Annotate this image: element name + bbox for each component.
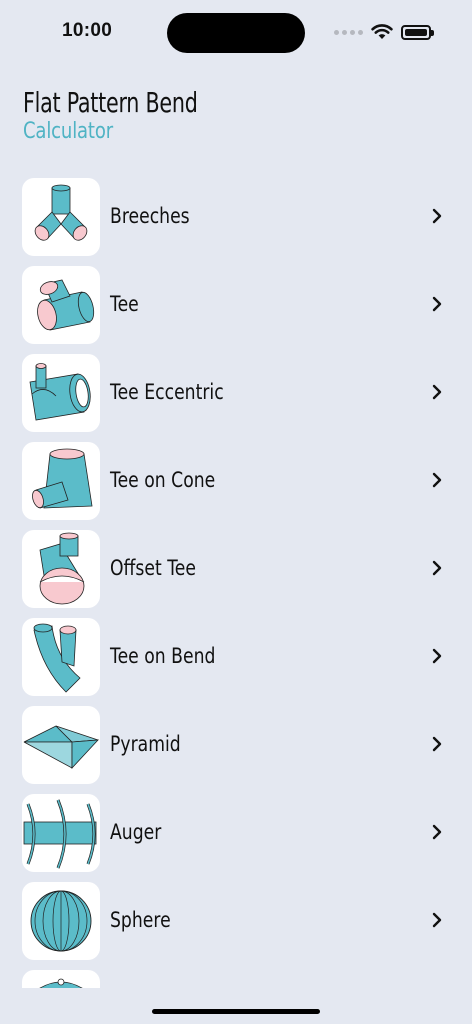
sphere-icon <box>22 882 100 960</box>
auger-icon <box>22 794 100 872</box>
item-label: Tee Eccentric <box>110 380 224 404</box>
chevron-right-icon <box>432 736 442 752</box>
item-label: Tee on Cone <box>110 468 216 492</box>
list-item-pyramid[interactable]: Pyramid <box>0 704 472 792</box>
list-item-sphere[interactable]: Sphere <box>0 880 472 968</box>
status-time: 10:00 <box>62 20 113 41</box>
wifi-icon <box>371 24 393 39</box>
home-indicator[interactable] <box>152 1009 320 1014</box>
list-item-tee-on-cone[interactable]: Tee on Cone <box>0 440 472 528</box>
list-item-tee-eccentric[interactable]: Tee Eccentric <box>0 352 472 440</box>
chevron-right-icon <box>432 824 442 840</box>
page-subtitle: Calculator <box>23 119 113 144</box>
tee-on-cone-icon <box>22 442 100 520</box>
status-icons <box>334 22 434 42</box>
chevron-right-icon <box>432 472 442 488</box>
item-label: Sphere <box>110 908 171 932</box>
pyramid-icon <box>22 706 100 784</box>
battery-icon <box>401 24 434 40</box>
chevron-right-icon <box>432 912 442 928</box>
shape-list: Breeches Tee Tee Eccentric Tee on Cone O… <box>0 176 472 988</box>
signal-icon <box>334 29 363 35</box>
dynamic-island <box>167 13 305 53</box>
chevron-right-icon <box>432 208 442 224</box>
tee-eccentric-icon <box>22 354 100 432</box>
tee-icon <box>22 266 100 344</box>
item-label: Breeches <box>110 204 190 228</box>
chevron-right-icon <box>432 648 442 664</box>
list-item-tee[interactable]: Tee <box>0 264 472 352</box>
list-item-tee-on-bend[interactable]: Tee on Bend <box>0 616 472 704</box>
list-item-auger[interactable]: Auger <box>0 792 472 880</box>
breeches-icon <box>22 178 100 256</box>
list-item-partial[interactable] <box>0 968 472 988</box>
item-label: Pyramid <box>110 732 181 756</box>
offset-tee-icon <box>22 530 100 608</box>
chevron-right-icon <box>432 560 442 576</box>
chevron-right-icon <box>432 384 442 400</box>
item-label: Offset Tee <box>110 556 196 580</box>
item-label: Tee <box>110 292 139 316</box>
tee-on-bend-icon <box>22 618 100 696</box>
chevron-right-icon <box>432 296 442 312</box>
partial-item-icon <box>22 970 100 988</box>
item-label: Auger <box>110 820 162 844</box>
list-item-offset-tee[interactable]: Offset Tee <box>0 528 472 616</box>
item-label: Tee on Bend <box>110 644 216 668</box>
list-item-breeches[interactable]: Breeches <box>0 176 472 264</box>
page-title: Flat Pattern Bend <box>23 86 198 119</box>
status-bar: 10:00 <box>0 0 472 64</box>
